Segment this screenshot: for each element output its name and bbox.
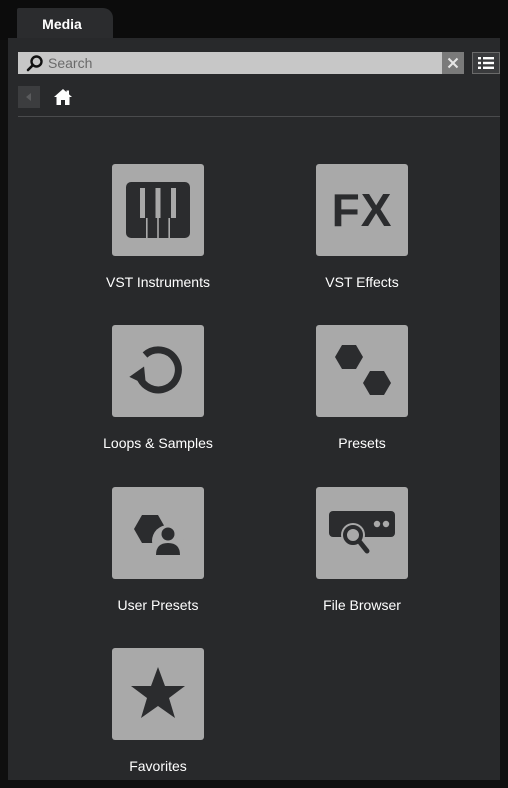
back-icon [26,93,31,101]
tile-icon-box [316,487,408,579]
tab-bar: Media [0,0,508,40]
tile-file-browser[interactable]: File Browser [272,487,452,627]
piano-keys-icon [126,182,190,238]
star-icon [131,667,185,718]
divider [18,116,500,117]
tile-favorites[interactable]: Favorites [68,648,248,788]
tile-icon-box [112,648,204,740]
tile-label: Presets [338,435,386,451]
search-icon [24,52,46,74]
tile-icon-box [316,325,408,417]
presets-icon [335,345,391,395]
list-view-button[interactable] [472,52,500,74]
tile-presets[interactable]: Presets [272,325,452,465]
tile-label: File Browser [323,597,401,613]
tile-label: Favorites [129,758,187,774]
tile-label: Loops & Samples [103,435,213,451]
tile-label: VST Instruments [105,274,210,290]
tile-loops-samples[interactable]: Loops & Samples [68,325,248,465]
file-browser-icon [329,511,395,554]
search-input[interactable] [46,53,464,73]
tile-icon-box: FX [316,164,408,256]
home-icon [54,89,72,105]
tile-icon-box [112,487,204,579]
back-button[interactable] [18,86,40,108]
user-presets-icon [134,515,184,557]
tile-icon-box [112,325,204,417]
tile-vst-effects[interactable]: FX VST Effects [272,164,452,304]
close-icon [447,57,459,69]
search-bar [18,52,464,74]
loop-icon [129,346,182,394]
list-view-icon [478,57,494,69]
tile-user-presets[interactable]: User Presets [68,487,248,627]
fx-icon: FX [331,184,393,236]
tile-icon-box [112,164,204,256]
home-button[interactable] [52,86,74,108]
tab-media[interactable]: Media [17,8,113,40]
tile-label: VST Effects [325,274,399,290]
tile-label: User Presets [117,597,199,613]
tile-vst-instruments[interactable]: VST Instruments [68,164,248,304]
clear-search-button[interactable] [442,52,464,74]
